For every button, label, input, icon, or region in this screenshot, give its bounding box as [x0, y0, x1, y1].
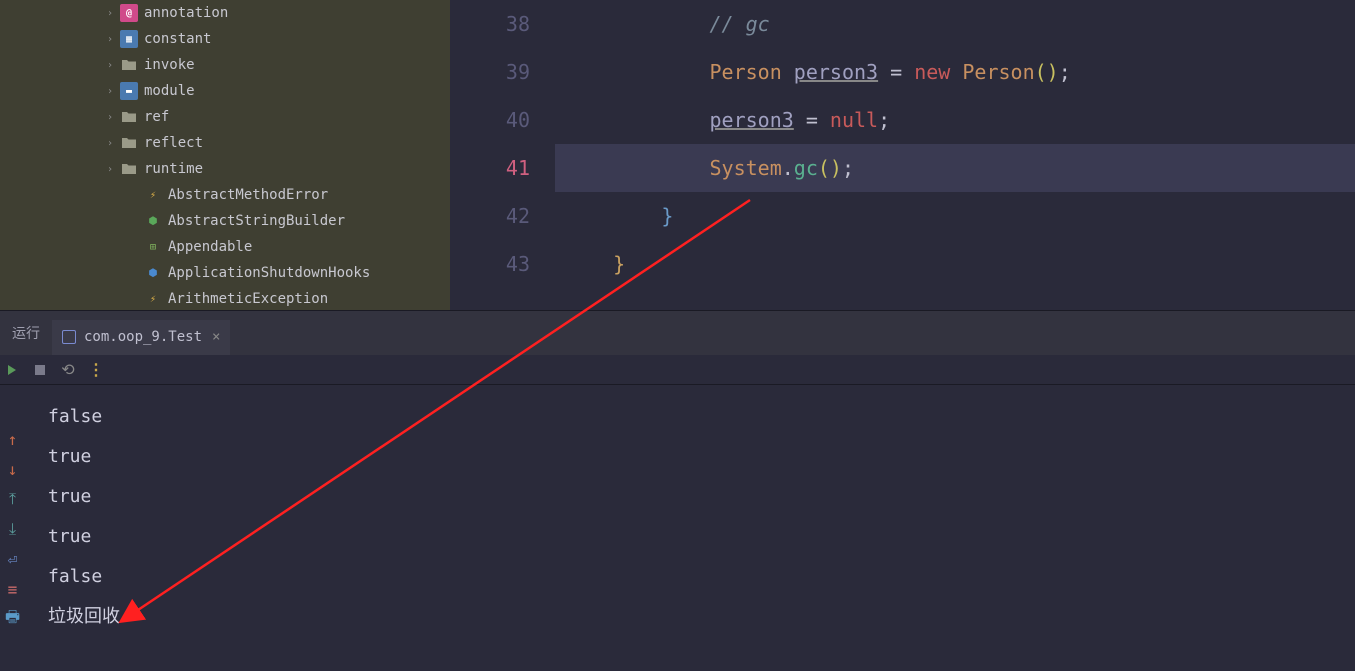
line-number: 43 — [450, 240, 530, 288]
folder-icon — [120, 56, 138, 74]
chevron-right-icon: › — [100, 138, 120, 149]
scroll-down-icon[interactable]: ⤓ — [5, 520, 21, 538]
output-line: true — [48, 477, 1337, 517]
code-area[interactable]: // gc Person person3 = new Person(); per… — [555, 0, 1355, 310]
package-icon: @ — [120, 4, 138, 22]
chevron-right-icon: › — [100, 34, 120, 45]
line-number: 40 — [450, 96, 530, 144]
code-line[interactable]: person3 = null; — [555, 96, 1355, 144]
tree-label: ArithmeticException — [168, 291, 328, 307]
run-tab-label: com.oop_9.Test — [84, 329, 202, 345]
code-line[interactable]: // gc — [555, 0, 1355, 48]
module-icon: ▬ — [120, 82, 138, 100]
tree-item-annotation[interactable]: › @ annotation — [0, 0, 450, 26]
tree-item-abstractmethoderror[interactable]: › ⚡ AbstractMethodError — [0, 182, 450, 208]
line-number: 38 — [450, 0, 530, 48]
tree-label: AbstractMethodError — [168, 187, 328, 203]
tree-label: constant — [144, 31, 211, 47]
line-number: 41 — [450, 144, 530, 192]
tree-label: runtime — [144, 161, 203, 177]
run-config-icon — [62, 330, 76, 344]
tree-item-reflect[interactable]: › reflect — [0, 130, 450, 156]
tree-label: ApplicationShutdownHooks — [168, 265, 370, 281]
project-tree[interactable]: › @ annotation › ▦ constant › invoke › ▬… — [0, 0, 450, 310]
tree-label: invoke — [144, 57, 195, 73]
tree-label: reflect — [144, 135, 203, 151]
code-editor[interactable]: 38 39 40 41 42 43 // gc Person person3 =… — [450, 0, 1355, 310]
line-gutter: 38 39 40 41 42 43 — [450, 0, 555, 310]
print-icon[interactable]: 🖶 — [5, 610, 21, 628]
line-number: 42 — [450, 192, 530, 240]
console-toolbar: ↑ ↓ ⤒ ⤓ ⏎ ≡ 🖶 — [0, 385, 25, 671]
run-tab[interactable]: com.oop_9.Test × — [52, 320, 230, 355]
folder-icon — [120, 134, 138, 152]
scroll-up-icon[interactable]: ⤒ — [5, 490, 21, 508]
tree-item-invoke[interactable]: › invoke — [0, 52, 450, 78]
tree-item-ref[interactable]: › ref — [0, 104, 450, 130]
code-line[interactable]: } — [555, 240, 1355, 288]
rerun-button[interactable] — [3, 361, 21, 379]
code-line[interactable]: } — [555, 192, 1355, 240]
output-line: false — [48, 557, 1337, 597]
chevron-right-icon: › — [100, 8, 120, 19]
stop-button[interactable] — [31, 361, 49, 379]
tree-label: annotation — [144, 5, 228, 21]
run-tool-window: 运行 com.oop_9.Test × ⟲ ⋮ ↑ ↓ ⤒ ⤓ ⏎ ≡ 🖶 fa… — [0, 310, 1355, 671]
tree-label: Appendable — [168, 239, 252, 255]
chevron-right-icon: › — [100, 86, 120, 97]
tree-item-abstractstringbuilder[interactable]: › ⬢ AbstractStringBuilder — [0, 208, 450, 234]
code-line[interactable]: Person person3 = new Person(); — [555, 48, 1355, 96]
folder-icon — [120, 108, 138, 126]
run-toolbar: ⟲ ⋮ — [0, 355, 1355, 385]
code-line-current[interactable]: System.gc(); — [555, 144, 1355, 192]
run-panel-header: 运行 com.oop_9.Test × — [0, 310, 1355, 355]
class-icon: ⬢ — [144, 212, 162, 230]
interface-icon: ⊞ — [144, 238, 162, 256]
package-icon: ▦ — [120, 30, 138, 48]
tree-label: module — [144, 83, 195, 99]
tree-item-applicationshutdownhooks[interactable]: › ⬢ ApplicationShutdownHooks — [0, 260, 450, 286]
class-icon: ⚡ — [144, 186, 162, 204]
tree-item-arithmeticexception[interactable]: › ⚡ ArithmeticException — [0, 286, 450, 310]
tree-label: ref — [144, 109, 169, 125]
output-line: true — [48, 517, 1337, 557]
chevron-right-icon: › — [100, 60, 120, 71]
tree-item-module[interactable]: › ▬ module — [0, 78, 450, 104]
exit-icon[interactable]: ⟲ — [59, 361, 77, 379]
up-icon[interactable]: ↑ — [5, 430, 21, 448]
output-line: 垃圾回收 — [48, 597, 1337, 637]
folder-icon — [120, 160, 138, 178]
chevron-right-icon: › — [100, 112, 120, 123]
close-icon[interactable]: × — [212, 329, 220, 345]
run-title: 运行 — [0, 323, 52, 343]
tree-item-appendable[interactable]: › ⊞ Appendable — [0, 234, 450, 260]
chevron-right-icon: › — [100, 164, 120, 175]
class-icon: ⬢ — [144, 264, 162, 282]
tree-item-runtime[interactable]: › runtime — [0, 156, 450, 182]
output-line: false — [48, 397, 1337, 437]
tree-item-constant[interactable]: › ▦ constant — [0, 26, 450, 52]
toggle-icon[interactable]: ≡ — [5, 580, 21, 598]
more-button[interactable]: ⋮ — [87, 361, 105, 379]
class-icon: ⚡ — [144, 290, 162, 308]
console-output[interactable]: false true true true false 垃圾回收 — [30, 385, 1355, 671]
soft-wrap-icon[interactable]: ⏎ — [5, 550, 21, 568]
tree-label: AbstractStringBuilder — [168, 213, 345, 229]
down-icon[interactable]: ↓ — [5, 460, 21, 478]
line-number: 39 — [450, 48, 530, 96]
output-line: true — [48, 437, 1337, 477]
